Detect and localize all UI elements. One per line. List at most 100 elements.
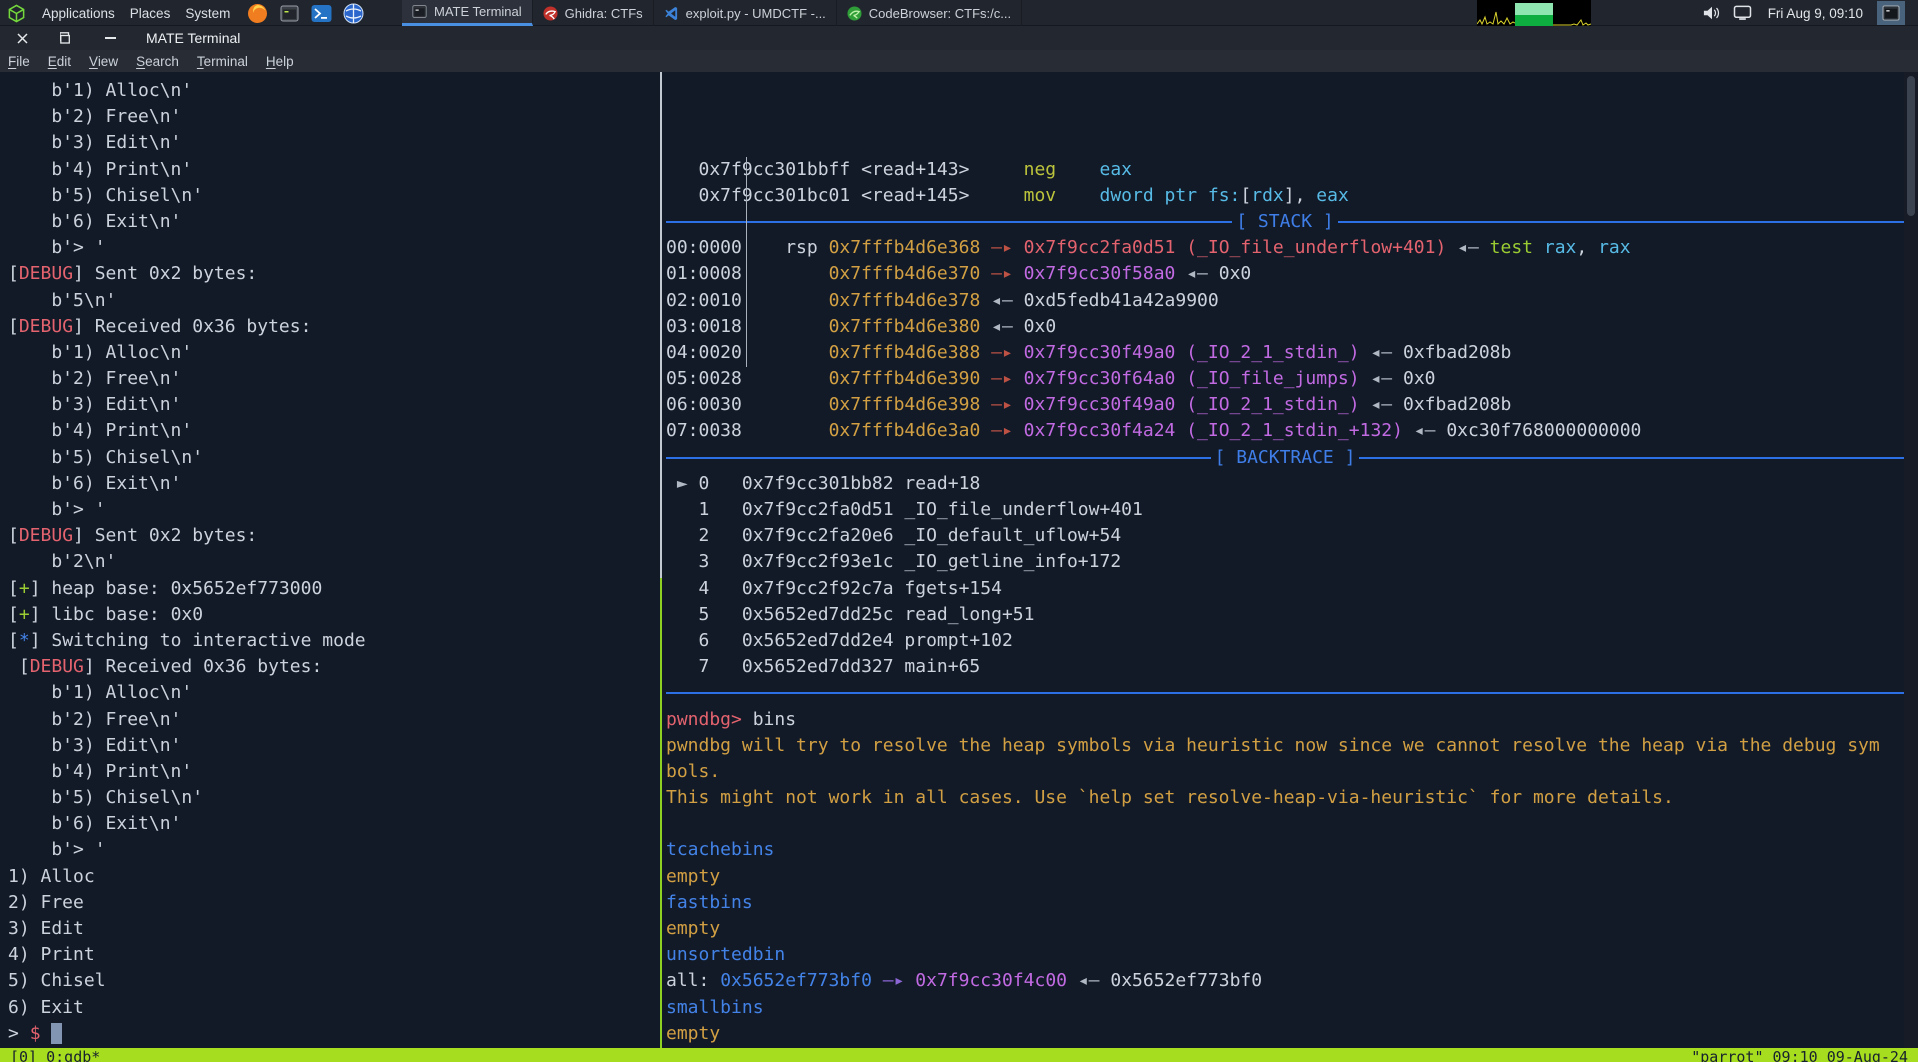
terminal-line: 2 0x7f9cc2fa20e6 _IO_default_uflow+54 xyxy=(666,523,1904,549)
display-icon[interactable] xyxy=(1733,5,1752,21)
desktop: Applications Places System xyxy=(0,0,1918,1062)
terminal-line: [+] libc base: 0x0 xyxy=(8,602,656,628)
terminal-line: b'2\n' xyxy=(8,549,656,575)
terminal-line: fastbins xyxy=(666,890,1904,916)
terminal-line: b'1) Alloc\n' xyxy=(8,78,656,104)
terminal-line: b'6) Exit\n' xyxy=(8,209,656,235)
volume-icon[interactable] xyxy=(1703,5,1721,21)
taskbar-item-codebrowser[interactable]: CodeBrowser: CTFs:/c... xyxy=(837,0,1022,26)
terminal-line: 3 0x7f9cc2f93e1c _IO_getline_info+172 xyxy=(666,549,1904,575)
terminal-line: b'1) Alloc\n' xyxy=(8,680,656,706)
panel-launchers xyxy=(247,0,364,26)
terminal-scrollbar[interactable] xyxy=(1904,72,1918,1048)
memory-graph[interactable] xyxy=(1515,0,1553,26)
terminal-line: [DEBUG] Sent 0x2 bytes: xyxy=(8,261,656,287)
terminal-line: 0x7f9cc301bbff <read+143> neg eax xyxy=(666,157,1904,183)
terminal-line: 1 0x7f9cc2fa0d51 _IO_file_underflow+401 xyxy=(666,497,1904,523)
terminal-line: This might not work in all cases. Use `h… xyxy=(666,785,1904,811)
panel-menus: Applications Places System xyxy=(6,0,230,26)
anonsurf-icon[interactable] xyxy=(343,3,364,24)
context-section-separator: [ BACKTRACE ] xyxy=(666,445,1904,471)
panel-menu-places[interactable]: Places xyxy=(130,6,171,21)
tmux-session-window[interactable]: [0] 0:gdb* xyxy=(10,1048,100,1062)
tray-terminal-icon[interactable] xyxy=(1877,1,1905,25)
maximize-button[interactable] xyxy=(56,26,76,50)
tmux-left-pane[interactable]: b'1) Alloc\n' b'2) Free\n' b'3) Edit\n' … xyxy=(8,72,656,1048)
terminal-launcher-icon[interactable] xyxy=(279,3,300,24)
terminal-line: pwndbg> bins xyxy=(666,707,1904,733)
menubar-item-edit[interactable]: Edit xyxy=(48,54,71,69)
terminal-line: b'3) Edit\n' xyxy=(8,733,656,759)
block-cursor xyxy=(51,1023,62,1044)
codebrowser-dragon-icon xyxy=(847,6,862,21)
terminal-content[interactable]: b'1) Alloc\n' b'2) Free\n' b'3) Edit\n' … xyxy=(0,72,1918,1048)
network-graph[interactable] xyxy=(1553,0,1591,26)
terminal-line: 02:0010 0x7fffb4d6e378 ◂— 0xd5fedb41a42a… xyxy=(666,288,1904,314)
scrollbar-thumb[interactable] xyxy=(1907,76,1915,216)
taskbar-item-mate-terminal[interactable]: MATE Terminal xyxy=(402,0,533,26)
terminal-line: unsortedbin xyxy=(666,942,1904,968)
close-button[interactable] xyxy=(12,26,32,50)
terminal-line: b'2) Free\n' xyxy=(8,366,656,392)
terminal-line: [*] Switching to interactive mode xyxy=(8,628,656,654)
top-panel: Applications Places System xyxy=(0,0,1918,26)
terminal-line: 01:0008 0x7fffb4d6e370 —▸ 0x7f9cc30f58a0… xyxy=(666,261,1904,287)
terminal-line: b'> ' xyxy=(8,235,656,261)
menubar-item-file[interactable]: File xyxy=(8,54,30,69)
terminal-line: [DEBUG] Received 0x36 bytes: xyxy=(8,314,656,340)
terminal-line: 07:0038 0x7fffb4d6e3a0 —▸ 0x7f9cc30f4a24… xyxy=(666,418,1904,444)
parrot-menu-icon[interactable] xyxy=(6,3,27,24)
panel-menu-system[interactable]: System xyxy=(185,6,230,21)
terminal-line: 6) Exit xyxy=(8,995,656,1021)
terminal-line: 2) Free xyxy=(8,890,656,916)
terminal-line: > $ xyxy=(8,1021,656,1047)
ghidra-icon xyxy=(543,6,558,21)
taskbar-item-vscode-exploit[interactable]: exploit.py - UMDCTF -... xyxy=(654,0,837,26)
cpu-graph[interactable] xyxy=(1477,0,1515,26)
menubar-item-search[interactable]: Search xyxy=(136,54,179,69)
firefox-icon[interactable] xyxy=(247,3,268,24)
powershell-icon[interactable] xyxy=(311,3,332,24)
terminal-line: b'5\n' xyxy=(8,288,656,314)
tmux-host-clock: "parrot" 09:10 09-Aug-24 xyxy=(1691,1048,1908,1062)
menubar-item-terminal[interactable]: Terminal xyxy=(197,54,248,69)
terminal-line: 04:0020 0x7fffb4d6e388 —▸ 0x7f9cc30f49a0… xyxy=(666,340,1904,366)
terminal-line: smallbins xyxy=(666,995,1904,1021)
terminal-line: b'3) Edit\n' xyxy=(8,130,656,156)
terminal-line: b'1) Alloc\n' xyxy=(8,340,656,366)
terminal-line: b'> ' xyxy=(8,837,656,863)
taskbar-label: MATE Terminal xyxy=(434,4,522,19)
terminal-line: b'6) Exit\n' xyxy=(8,811,656,837)
terminal-line: 6 0x5652ed7dd2e4 prompt+102 xyxy=(666,628,1904,654)
terminal-line: tcachebins xyxy=(666,837,1904,863)
menubar-item-help[interactable]: Help xyxy=(266,54,294,69)
minimize-button[interactable] xyxy=(100,26,120,50)
terminal-line: b'6) Exit\n' xyxy=(8,471,656,497)
tmux-pane-divider-bottom[interactable] xyxy=(660,578,662,1048)
taskbar-item-ghidra[interactable]: Ghidra: CTFs xyxy=(533,0,654,26)
terminal-line: 03:0018 0x7fffb4d6e380 ◂— 0x0 xyxy=(666,314,1904,340)
window-title: MATE Terminal xyxy=(146,26,240,50)
section-label: [ STACK ] xyxy=(1232,209,1338,235)
panel-clock[interactable]: Fri Aug 9, 09:10 xyxy=(1768,6,1863,21)
terminal-line: 4) Print xyxy=(8,942,656,968)
terminal-line: empty xyxy=(666,1021,1904,1047)
menubar-item-view[interactable]: View xyxy=(89,54,118,69)
terminal-line: 1) Alloc xyxy=(8,864,656,890)
terminal-line: 00:0000 rsp 0x7fffb4d6e368 —▸ 0x7f9cc2fa… xyxy=(666,235,1904,261)
terminal-line: pwndbg will try to resolve the heap symb… xyxy=(666,733,1904,759)
context-section-separator: [ STACK ] xyxy=(666,209,1904,235)
vscode-icon xyxy=(664,6,679,21)
terminal-line: b'5) Chisel\n' xyxy=(8,445,656,471)
taskbar-label: exploit.py - UMDCTF -... xyxy=(686,6,826,21)
terminal-line: b'> ' xyxy=(8,497,656,523)
terminal-line: bols. xyxy=(666,759,1904,785)
terminal-line: b'2) Free\n' xyxy=(8,104,656,130)
terminal-line: empty xyxy=(666,864,1904,890)
panel-menu-applications[interactable]: Applications xyxy=(42,6,115,21)
terminal-line: empty xyxy=(666,916,1904,942)
tmux-status-bar: [0] 0:gdb* "parrot" 09:10 09-Aug-24 xyxy=(0,1048,1918,1062)
tmux-pane-divider-top[interactable] xyxy=(660,72,662,578)
terminal-menubar: File Edit View Search Terminal Help xyxy=(0,50,1918,72)
tmux-right-pane-gdb[interactable]: 0x7f9cc301bbff <read+143> neg eax 0x7f9c… xyxy=(666,72,1904,1048)
